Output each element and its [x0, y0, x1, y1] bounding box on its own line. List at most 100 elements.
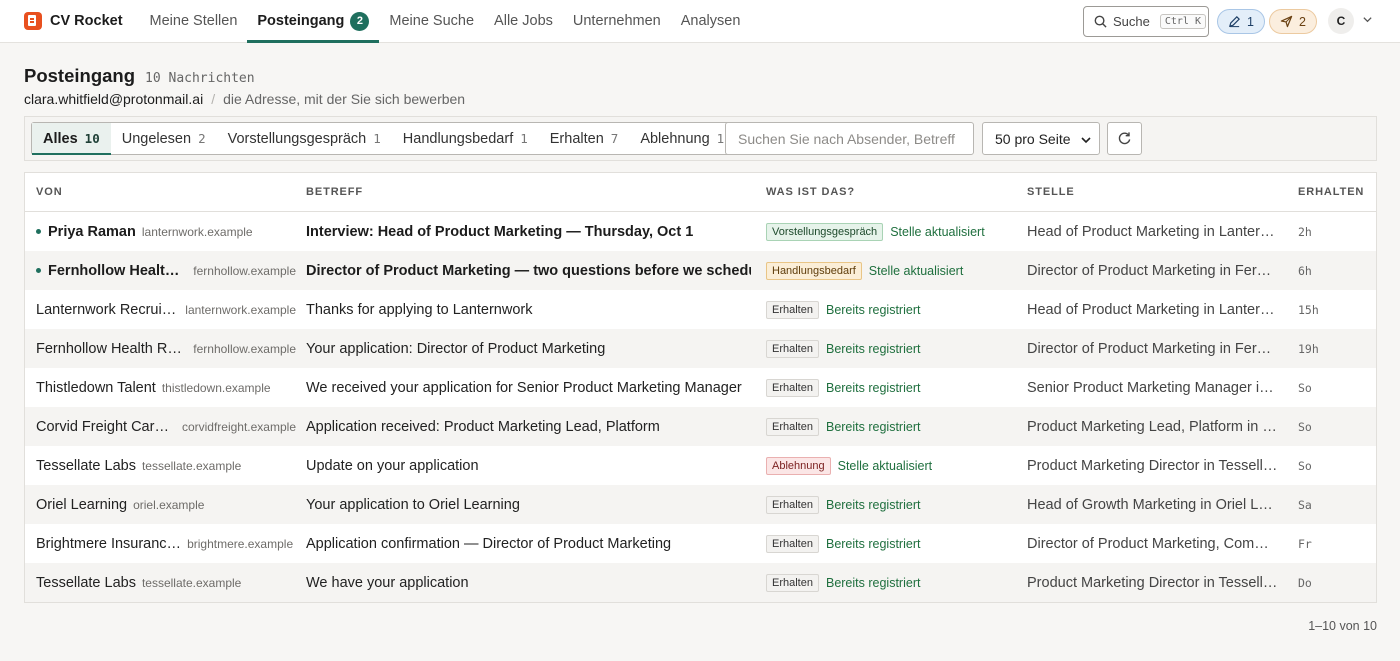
nav-analytics[interactable]: Analysen: [671, 0, 751, 42]
col-job[interactable]: STELLE: [1027, 186, 1279, 198]
row-from: Tessellate Labs tessellate.example: [36, 575, 296, 591]
job-status-link[interactable]: Bereits registriert: [826, 342, 920, 356]
row-from: Thistledown Talent thistledown.example: [36, 380, 296, 396]
table-row[interactable]: Tessellate Labs tessellate.example Update …: [25, 446, 1376, 485]
rocket-logo-icon: [24, 12, 42, 30]
job-link[interactable]: Director of Product Marketing, Commercia…: [1027, 536, 1279, 552]
table-row[interactable]: Brightmere Insuranc… brightmere.example Ap…: [25, 524, 1376, 563]
subject: Director of Product Marketing — two ques…: [306, 262, 751, 279]
page-header: Posteingang 10 Nachrichten clara.whitfie…: [0, 43, 1400, 107]
received-time: 2h: [1298, 224, 1312, 239]
subject: Interview: Head of Product Marketing — T…: [306, 223, 694, 240]
table-row[interactable]: Corvid Freight Care… corvidfreight.exampl…: [25, 407, 1376, 446]
nav-my-search[interactable]: Meine Suche: [379, 0, 484, 42]
table-row[interactable]: Lanternwork Recruit… lanternwork.example T…: [25, 290, 1376, 329]
job-link[interactable]: Head of Product Marketing in Lanternwork: [1027, 302, 1279, 318]
nav-all-jobs[interactable]: Alle Jobs: [484, 0, 563, 42]
received-time: So: [1298, 380, 1312, 395]
job-status-link[interactable]: Bereits registriert: [826, 303, 920, 317]
job-status-link[interactable]: Bereits registriert: [826, 576, 920, 590]
table-row[interactable]: Priya Raman lanternwork.example Interview:…: [25, 212, 1376, 251]
table-row[interactable]: Fernhollow Health Re… fernhollow.example Y…: [25, 329, 1376, 368]
row-from: Tessellate Labs tessellate.example: [36, 458, 296, 474]
chevron-down-icon: [1081, 137, 1091, 144]
job-link[interactable]: Product Marketing Director in Tessellate…: [1027, 458, 1279, 474]
job-link[interactable]: Senior Product Marketing Manager in This…: [1027, 380, 1279, 396]
tab-label: Erhalten: [549, 130, 604, 147]
table-row[interactable]: Oriel Learning oriel.example Your applicat…: [25, 485, 1376, 524]
send-icon: [1280, 15, 1293, 28]
sender-name: Tessellate Labs: [36, 457, 136, 474]
job-link[interactable]: Product Marketing Lead, Platform in Corv…: [1027, 419, 1279, 435]
job-status-link[interactable]: Stelle aktualisiert: [838, 459, 933, 473]
top-nav: CV Rocket Meine Stellen Posteingang 2 Me…: [0, 0, 1400, 43]
message-count: 10 Nachrichten: [145, 71, 255, 86]
subject: Your application: Director of Product Ma…: [306, 340, 606, 357]
type-badge: Handlungsbedarf: [766, 261, 862, 280]
row-type: Handlungsbedarf Stelle aktualisiert: [766, 261, 964, 280]
unread-dot-icon: [36, 268, 41, 273]
tab-label: Handlungsbedarf: [402, 130, 514, 147]
job-status-link[interactable]: Stelle aktualisiert: [890, 225, 985, 239]
received-time: 6h: [1298, 263, 1312, 278]
search-label: Suche: [1113, 14, 1150, 29]
chevron-down-icon[interactable]: [1362, 14, 1373, 25]
job-status-link[interactable]: Stelle aktualisiert: [869, 264, 964, 278]
tab-unread[interactable]: Ungelesen 2: [111, 123, 217, 154]
col-received[interactable]: ERHALTEN: [1298, 186, 1364, 198]
job-link[interactable]: Product Marketing Director in Tessellate…: [1027, 575, 1279, 591]
tab-all[interactable]: Alles 10: [32, 123, 111, 155]
sent-button[interactable]: 2: [1269, 9, 1317, 34]
row-type: Erhalten Bereits registriert: [766, 534, 920, 553]
job-status-link[interactable]: Bereits registriert: [826, 420, 920, 434]
apply-email: clara.whitfield@protonmail.ai: [24, 91, 204, 107]
nav-inbox-label: Posteingang: [257, 13, 345, 29]
sender-domain: brightmere.example: [187, 536, 294, 551]
job-link[interactable]: Director of Product Marketing in Fernhol…: [1027, 263, 1279, 279]
separator: /: [211, 91, 216, 107]
nav-inbox[interactable]: Posteingang 2: [247, 0, 380, 43]
table-row[interactable]: Fernhollow Health … fernhollow.example Dir…: [25, 251, 1376, 290]
received-time: 19h: [1298, 341, 1319, 356]
subject: Your application to Oriel Learning: [306, 496, 520, 513]
filter-bar: Alles 10 Ungelesen 2 Vorstellungsgespräch 1…: [24, 116, 1377, 161]
type-badge: Erhalten: [766, 495, 819, 514]
pencil-icon: [1228, 16, 1241, 28]
refresh-button[interactable]: [1107, 122, 1142, 155]
job-link[interactable]: Head of Growth Marketing in Oriel Learni…: [1027, 497, 1279, 513]
page-size-select[interactable]: 50 pro Seite: [982, 122, 1100, 155]
tab-received[interactable]: Erhalten 7: [539, 123, 630, 154]
global-search-button[interactable]: Suche Ctrl K: [1083, 6, 1209, 37]
row-from: Lanternwork Recruit… lanternwork.example: [36, 302, 296, 318]
row-type: Erhalten Bereits registriert: [766, 417, 920, 436]
job-link[interactable]: Head of Product Marketing in Lanternwork: [1027, 224, 1279, 240]
job-status-link[interactable]: Bereits registriert: [826, 498, 920, 512]
sender-domain: oriel.example: [133, 497, 205, 512]
tab-label: Ablehnung: [640, 130, 710, 147]
tab-action-needed[interactable]: Handlungsbedarf 1: [392, 123, 539, 154]
table-row[interactable]: Thistledown Talent thistledown.example We …: [25, 368, 1376, 407]
sender-domain: tessellate.example: [141, 575, 242, 590]
row-from: Oriel Learning oriel.example: [36, 497, 296, 513]
nav-my-jobs[interactable]: Meine Stellen: [140, 0, 248, 42]
tab-rejection[interactable]: Ablehnung 1: [629, 123, 735, 154]
col-type[interactable]: WAS IST DAS?: [766, 186, 855, 198]
brand[interactable]: CV Rocket: [24, 12, 123, 30]
table-row[interactable]: Tessellate Labs tessellate.example We have…: [25, 563, 1376, 602]
job-status-link[interactable]: Bereits registriert: [826, 381, 920, 395]
avatar[interactable]: C: [1328, 8, 1354, 34]
page-size-value: 50 pro Seite: [995, 130, 1071, 147]
inbox-table: VON BETREFF WAS IST DAS? STELLE ERHALTEN…: [24, 172, 1377, 603]
sender-domain: thistledown.example: [161, 380, 271, 395]
unread-dot-icon: [36, 229, 41, 234]
job-link[interactable]: Director of Product Marketing in Fernhol…: [1027, 341, 1279, 357]
apply-email-hint: die Adresse, mit der Sie sich bewerben: [223, 91, 466, 107]
job-status-link[interactable]: Bereits registriert: [826, 537, 920, 551]
nav-companies[interactable]: Unternehmen: [563, 0, 671, 42]
col-from[interactable]: VON: [36, 186, 296, 198]
tab-interview[interactable]: Vorstellungsgespräch 1: [217, 123, 392, 154]
inbox-search-input[interactable]: [725, 122, 974, 155]
drafts-button[interactable]: 1: [1217, 9, 1265, 34]
col-subject[interactable]: BETREFF: [306, 186, 751, 198]
tab-count: 10: [84, 131, 100, 146]
